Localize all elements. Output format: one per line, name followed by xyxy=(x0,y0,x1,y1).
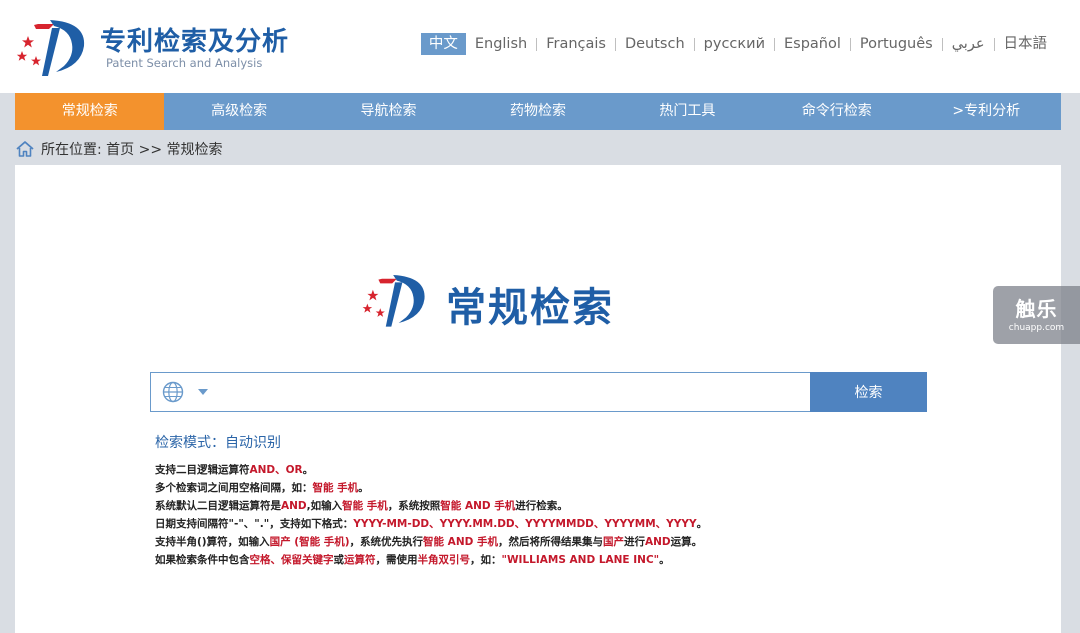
search-tips: 支持二目逻辑运算符AND、OR。 多个检索词之间用空格间隔，如：智能 手机。 系统默… xyxy=(155,461,915,569)
tip-line: 多个检索词之间用空格间隔，如：智能 手机。 xyxy=(155,479,915,497)
nav-item-advanced-search[interactable]: 高级检索 xyxy=(164,93,313,130)
tip-text: 。 xyxy=(659,554,670,566)
tip-highlight: AND、OR xyxy=(249,464,303,476)
tip-text: ，系统优先执行 xyxy=(349,536,424,548)
tip-text: 如果检索条件中包含 xyxy=(155,554,250,566)
tip-highlight: "WILLIAMS AND LANE INC" xyxy=(501,554,660,566)
watermark-subtitle: chuapp.com xyxy=(1008,323,1065,333)
logo-emblem-icon xyxy=(362,275,425,327)
lang-french[interactable]: Français xyxy=(537,33,615,55)
logo-subtitle: Patent Search and Analysis xyxy=(106,56,263,70)
header: 专利检索及分析 Patent Search and Analysis 中文 En… xyxy=(0,0,1080,93)
search-box xyxy=(150,372,810,412)
tip-highlight: 智能 手机 xyxy=(342,500,388,512)
tip-highlight: 运算符 xyxy=(344,554,376,566)
tip-text: ，如： xyxy=(470,554,502,566)
main-content: 常规检索 检索 检索模式：自动识别 支持二目逻辑运算符AND、OR。 多个检索词之… xyxy=(15,165,1061,633)
tip-line: 支持半角()算符，如输入国产 (智能 手机)，系统优先执行智能 AND 手机，然… xyxy=(155,533,915,551)
lang-russian[interactable]: русский xyxy=(695,33,774,55)
tip-highlight: 空格、保留关键字 xyxy=(249,554,334,566)
tip-text: 支持半角()算符，如输入 xyxy=(155,536,270,548)
tip-text: ，需使用 xyxy=(375,554,418,566)
tip-text: 或 xyxy=(333,554,345,566)
watermark: 触乐 chuapp.com xyxy=(993,286,1080,344)
tip-line: 系统默认二目逻辑运算符是AND,如输入智能 手机，系统按照智能 AND 手机进行… xyxy=(155,497,915,515)
lang-german[interactable]: Deutsch xyxy=(616,33,694,55)
tip-text: 进行 xyxy=(623,536,645,548)
tip-highlight: AND xyxy=(281,500,307,512)
tip-line: 如果检索条件中包含空格、保留关键字或运算符，需使用半角双引号，如："WILLIA… xyxy=(155,551,915,569)
logo-emblem-icon xyxy=(16,20,85,76)
tip-highlight: 半角双引号 xyxy=(417,554,471,566)
tip-text: 多个检索词之间用空格间隔，如： xyxy=(155,482,313,494)
main-nav: 常规检索 高级检索 导航检索 药物检索 热门工具 命令行检索 >专利分析 xyxy=(15,93,1061,130)
nav-item-navigation-search[interactable]: 导航检索 xyxy=(314,93,463,130)
language-switcher: 中文 English Français Deutsch русский Espa… xyxy=(420,33,1057,55)
tip-highlight: AND xyxy=(644,536,671,548)
lang-japanese[interactable]: 日本語 xyxy=(995,33,1057,55)
tip-highlight: 国产 (智能 手机) xyxy=(269,536,350,548)
breadcrumb: 所在位置: 首页 >> 常规检索 xyxy=(15,138,223,160)
watermark-title: 触乐 xyxy=(1015,297,1058,321)
tip-text: 。 xyxy=(302,464,314,476)
tip-text: 。 xyxy=(358,482,369,494)
tip-text: 运算。 xyxy=(670,536,703,548)
nav-item-patent-analysis[interactable]: >专利分析 xyxy=(912,93,1061,130)
tip-text: ，然后将所得结果集与 xyxy=(497,536,603,548)
search-bar: 检索 xyxy=(150,372,927,412)
tip-text: 。 xyxy=(696,518,708,530)
tip-highlight: 国产 xyxy=(602,536,624,548)
search-mode-label: 检索模式：自动识别 xyxy=(155,435,281,451)
chevron-down-icon[interactable] xyxy=(198,389,208,395)
page-title: 常规检索 xyxy=(446,285,614,331)
search-hero: 常规检索 xyxy=(360,269,690,331)
logo-title: 专利检索及分析 xyxy=(100,27,290,57)
nav-item-drug-search[interactable]: 药物检索 xyxy=(463,93,612,130)
tip-text: 进行检索。 xyxy=(515,500,568,512)
tip-highlight: 智能 手机 xyxy=(312,482,359,494)
search-input[interactable] xyxy=(218,374,810,410)
search-button[interactable]: 检索 xyxy=(810,372,927,412)
tip-line: 支持二目逻辑运算符AND、OR。 xyxy=(155,461,915,479)
nav-item-command-search[interactable]: 命令行检索 xyxy=(762,93,911,130)
tip-highlight: YYYY-MM-DD、YYYY.MM.DD、YYYYMMDD、YYYYMM、YY… xyxy=(353,518,697,530)
nav-item-basic-search[interactable]: 常规检索 xyxy=(15,93,165,130)
tip-text: ，系统按照 xyxy=(387,500,441,512)
tip-highlight: 智能 AND 手机 xyxy=(423,536,498,548)
nav-item-popular-tools[interactable]: 热门工具 xyxy=(613,93,762,130)
tip-line: 日期支持间隔符"-"、"."，支持如下格式：YYYY-MM-DD、YYYY.MM… xyxy=(155,515,915,533)
lang-spanish[interactable]: Español xyxy=(775,33,850,55)
tip-text: 系统默认二目逻辑运算符是 xyxy=(155,500,281,512)
lang-portuguese[interactable]: Português xyxy=(851,33,942,55)
tip-text: 支持二目逻辑运算符 xyxy=(155,464,250,476)
globe-icon[interactable] xyxy=(162,381,184,403)
tip-text: 日期支持间隔符"-"、"."，支持如下格式： xyxy=(155,518,354,530)
home-icon[interactable] xyxy=(15,140,35,158)
lang-arabic[interactable]: عربي xyxy=(943,33,994,55)
breadcrumb-text: 所在位置: 首页 >> 常规检索 xyxy=(41,142,223,158)
tip-text: ,如输入 xyxy=(306,500,343,512)
tip-highlight: 智能 AND 手机 xyxy=(440,500,516,512)
lang-english[interactable]: English xyxy=(466,33,536,55)
lang-chinese[interactable]: 中文 xyxy=(420,33,466,55)
